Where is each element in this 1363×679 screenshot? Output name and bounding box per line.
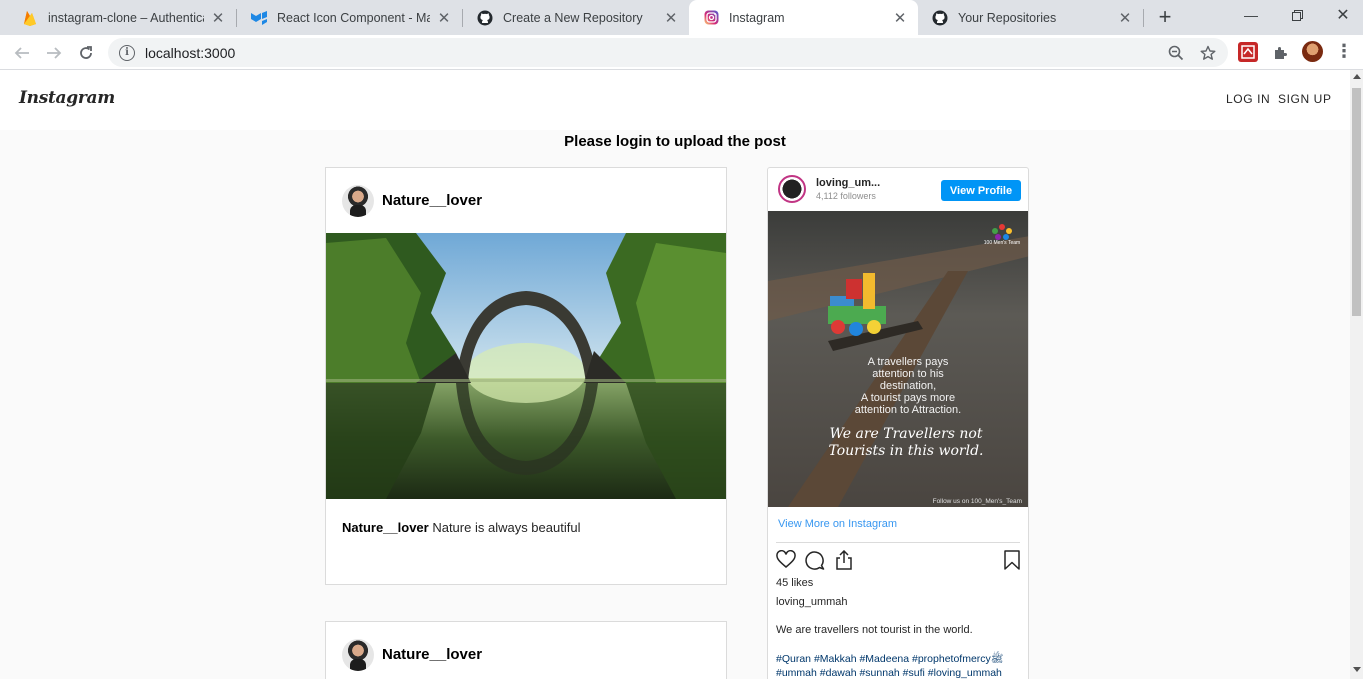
instagram-embed: loving_um... 4,112 followers View Profil… — [767, 167, 1029, 679]
tab-title: Instagram — [729, 10, 785, 25]
post-username: Nature__lover — [382, 192, 483, 209]
menu-dots-icon[interactable]: ⋮ — [1335, 39, 1353, 63]
scroll-up-icon[interactable] — [1353, 74, 1361, 79]
tab-title: React Icon Component - Mater — [277, 10, 430, 25]
script-line: Tourists in this world. — [828, 443, 983, 459]
post-header: Nature__lover — [326, 622, 726, 679]
post-card: Nature__lover — [325, 167, 727, 585]
image-footer: Follow us on 100_Men's_Team — [933, 498, 1022, 505]
profile-avatar[interactable] — [1302, 41, 1323, 62]
bookmark-star-icon[interactable] — [1194, 39, 1222, 67]
github-icon — [477, 10, 493, 26]
embed-username[interactable]: loving_um... — [816, 177, 880, 189]
scroll-down-icon[interactable] — [1353, 667, 1361, 672]
tab-create-repo[interactable]: Create a New Repository ✕ — [463, 0, 689, 35]
quote-line: destination, — [880, 380, 936, 392]
new-tab-button[interactable]: + — [1153, 4, 1177, 29]
tab-strip: instagram-clone – Authenticati ✕ React I… — [0, 0, 1363, 35]
close-icon[interactable]: ✕ — [1117, 10, 1133, 27]
tab-material-ui[interactable]: React Icon Component - Mater ✕ — [237, 0, 462, 35]
post-image — [326, 233, 726, 499]
embed-header: loving_um... 4,112 followers View Profil… — [768, 168, 1028, 212]
firebase-icon — [22, 10, 38, 26]
quote-line: attention to his — [872, 368, 944, 380]
close-icon[interactable]: ✕ — [892, 10, 908, 27]
minimize-icon[interactable]: — — [1228, 0, 1274, 30]
quote-line: A tourist pays more — [861, 392, 955, 404]
comment-icon[interactable] — [805, 550, 825, 575]
instagram-logo: Instagram — [19, 88, 115, 108]
share-icon[interactable] — [834, 549, 854, 575]
puzzle-icon[interactable] — [1266, 39, 1294, 67]
instagram-icon — [703, 10, 719, 26]
embed-image[interactable]: 100 Men's Team A travellers pays attenti… — [768, 211, 1028, 507]
app-header: Instagram LOG IN SIGN UP — [0, 70, 1350, 130]
tab-your-repos[interactable]: Your Repositories ✕ — [918, 0, 1143, 35]
reload-icon[interactable] — [72, 39, 100, 67]
avatar — [342, 638, 374, 671]
signup-button[interactable]: SIGN UP — [1278, 92, 1332, 106]
script-line: We are Travellers not — [830, 426, 983, 442]
bookmark-icon[interactable] — [1003, 550, 1021, 575]
likes-count: 45 likes — [776, 577, 814, 589]
embed-actions — [776, 549, 1022, 575]
avatar — [342, 184, 374, 217]
hashtag-line[interactable]: #Quran #Makkah #Madeena #prophetofmercyﷺ — [776, 652, 1024, 666]
upload-login-message: Please login to upload the post — [564, 133, 786, 150]
view-more-link[interactable]: View More on Instagram — [778, 518, 897, 530]
forward-icon[interactable] — [40, 39, 68, 67]
heart-icon[interactable] — [776, 549, 796, 575]
quote-line: A travellers pays — [868, 356, 949, 368]
post-username: Nature__lover — [382, 646, 483, 663]
github-icon — [932, 10, 948, 26]
brand-text: 100 Men's Team — [984, 240, 1020, 246]
embed-followers: 4,112 followers — [816, 191, 876, 201]
close-icon[interactable]: ✕ — [436, 10, 452, 27]
material-ui-icon — [251, 10, 267, 26]
post-caption: Nature__lover Nature is always beautiful — [326, 499, 726, 584]
zoom-icon[interactable] — [1162, 39, 1190, 67]
quote-line: attention to Attraction. — [855, 404, 961, 416]
restore-icon[interactable] — [1274, 0, 1320, 30]
tab-separator — [1143, 9, 1144, 27]
tab-title: Create a New Repository — [503, 10, 643, 25]
embed-avatar[interactable] — [778, 175, 806, 203]
close-icon[interactable]: ✕ — [210, 10, 226, 27]
browser-toolbar: i localhost:3000 — [0, 35, 1363, 70]
post-card: Nature__lover — [325, 621, 727, 679]
post-header: Nature__lover — [326, 168, 726, 233]
embed-caption: We are travellers not tourist in the wor… — [776, 624, 973, 636]
hashtag-line[interactable]: #ummah #dawah #sunnah #sufi #loving_umma… — [776, 666, 1024, 679]
caption-username: Nature__lover — [342, 520, 429, 535]
hashtags[interactable]: #Quran #Makkah #Madeena #prophetofmercyﷺ… — [776, 652, 1024, 679]
extension-icon[interactable] — [1238, 42, 1258, 62]
login-button[interactable]: LOG IN — [1226, 92, 1270, 106]
window-close-icon[interactable]: ✕ — [1320, 0, 1363, 30]
tab-title: Your Repositories — [958, 10, 1057, 25]
address-bar[interactable]: i localhost:3000 — [108, 38, 1228, 67]
scrollbar-thumb[interactable] — [1352, 88, 1361, 316]
embed-owner[interactable]: loving_ummah — [776, 596, 848, 608]
page-scrollbar[interactable] — [1350, 70, 1363, 679]
tab-firebase-auth[interactable]: instagram-clone – Authenticati ✕ — [8, 0, 236, 35]
tab-instagram[interactable]: Instagram ✕ — [689, 0, 918, 35]
page-viewport: Instagram LOG IN SIGN UP Please login to… — [0, 70, 1350, 679]
back-icon[interactable] — [8, 39, 36, 67]
url-text: localhost:3000 — [145, 44, 236, 61]
tab-title: instagram-clone – Authenticati — [48, 10, 204, 25]
info-icon[interactable]: i — [119, 44, 135, 61]
caption-text: Nature is always beautiful — [428, 520, 581, 535]
close-icon[interactable]: ✕ — [663, 10, 679, 27]
divider — [776, 542, 1020, 543]
view-profile-button[interactable]: View Profile — [941, 180, 1021, 201]
